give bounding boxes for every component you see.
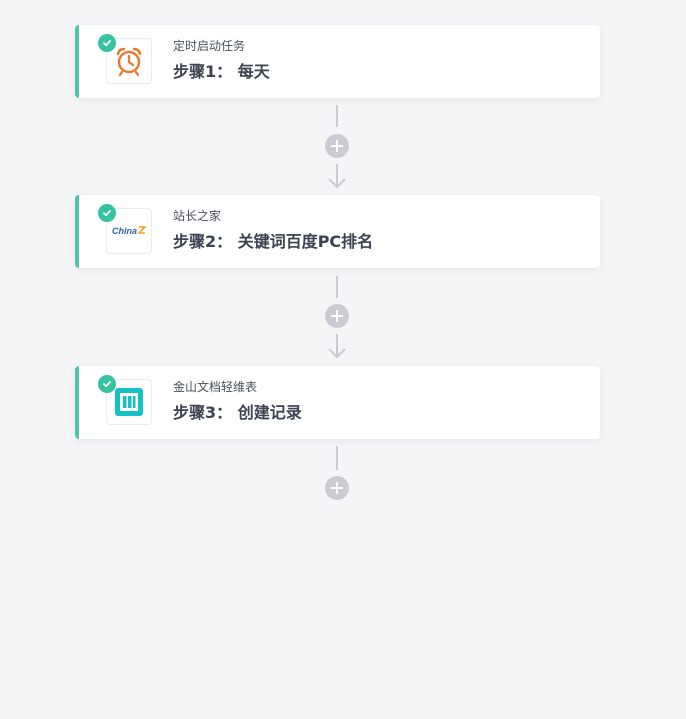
connector-line	[336, 446, 338, 470]
arrow-down-icon	[328, 334, 346, 358]
step-card-2[interactable]: China 站长之家 步骤2： 关键词百度PC排名	[75, 195, 600, 268]
step-card-1[interactable]: 定时启动任务 步骤1： 每天	[75, 25, 600, 98]
step-title: 步骤1： 每天	[173, 62, 270, 81]
check-icon	[98, 375, 116, 393]
workflow-canvas: 定时启动任务 步骤1： 每天 China 站长之家 步骤2： 关键词百度PC排名	[0, 0, 686, 719]
check-icon	[98, 34, 116, 52]
arrow-down-icon	[328, 164, 346, 188]
step-app-name: 定时启动任务	[173, 39, 246, 53]
step-card-3[interactable]: 金山文档轻维表 步骤3： 创建记录	[75, 366, 600, 439]
connector-line	[336, 105, 338, 127]
add-step-button[interactable]	[325, 304, 349, 328]
step-app-name: 金山文档轻维表	[173, 380, 258, 394]
check-icon	[98, 204, 116, 222]
chinaz-logo-text: China	[111, 226, 137, 236]
add-step-button[interactable]	[325, 476, 349, 500]
step-app-name: 站长之家	[173, 209, 222, 223]
step-title: 步骤3： 创建记录	[173, 403, 302, 422]
add-step-button[interactable]	[325, 134, 349, 158]
connector-line	[336, 276, 338, 298]
step-title: 步骤2： 关键词百度PC排名	[173, 232, 374, 251]
